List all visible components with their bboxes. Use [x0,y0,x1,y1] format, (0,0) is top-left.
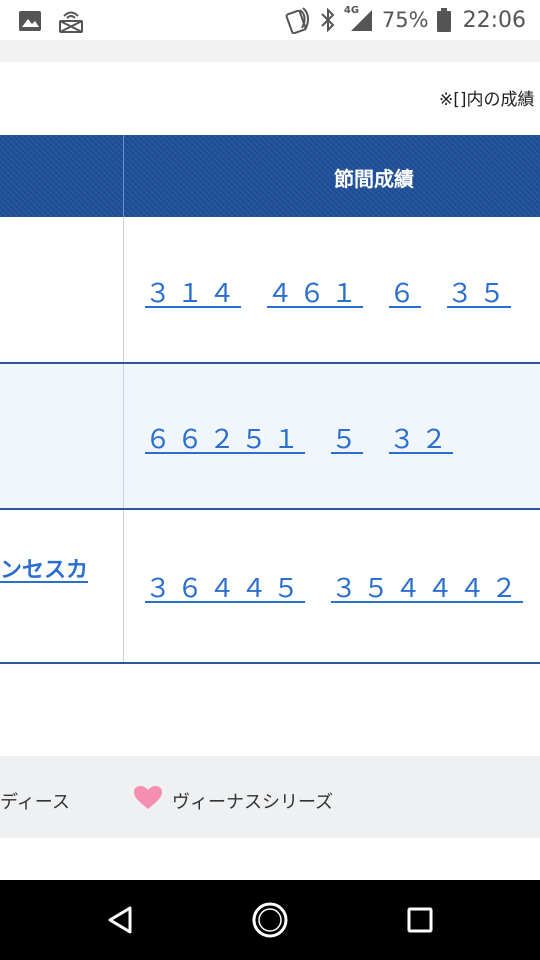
row-column-divider [123,510,124,662]
table-row: ６６２５１ ５ ３２ [0,364,540,510]
page-top-strip [0,40,540,62]
results-table: 節間成績 ３１４ ４６１ ６ ３５ ６６２５１ ５ ３２ ンセスカ ３６４４５ … [0,135,540,664]
row-column-divider [123,217,124,362]
result-note: ※[]内の成績 [439,90,535,110]
score-link[interactable]: ６ [389,273,421,310]
status-left-icons [18,8,84,34]
status-right-icons: 4G 75% 22:06 [284,5,526,34]
bluetooth-icon [321,8,335,32]
score-link[interactable]: ４６１ [267,273,363,310]
venus-series-link[interactable]: ヴィーナスシリーズ [172,788,333,814]
row-column-divider [123,364,124,508]
recent-apps-button[interactable] [400,900,440,940]
heart-icon [134,786,162,809]
navigation-bar [0,880,540,960]
table-row: ３１４ ４６１ ６ ３５ [0,217,540,364]
table-row: ンセスカ ３６４４５ ３５４４４２ [0,510,540,664]
home-circle-icon [252,902,288,938]
image-notification-icon [19,11,41,31]
back-button[interactable] [100,900,140,940]
back-triangle-icon [108,906,132,934]
score-links: ３６４４５ ３５４４４２ [145,568,540,605]
clock: 22:06 [462,7,526,33]
score-link[interactable]: ３１４ [145,273,241,310]
score-link[interactable]: ３２ [389,419,453,456]
score-link[interactable]: ３５ [447,273,511,310]
battery-icon [436,8,451,32]
score-link[interactable]: ３６４４５ [145,568,305,605]
racer-name-link[interactable]: ンセスカ [0,552,88,584]
nfc-icon [285,7,309,34]
signal-icon: 4G [344,5,374,33]
table-header: 節間成績 [0,135,540,217]
router-notification-icon [59,11,83,33]
score-link[interactable]: ６６２５１ [145,419,305,456]
recent-square-icon [407,907,433,933]
home-button[interactable] [250,900,290,940]
score-links: ３１４ ４６１ ６ ３５ [145,273,537,310]
series-category-band: ディース ヴィーナスシリーズ [0,756,540,838]
header-column-divider [123,135,124,217]
score-link[interactable]: ５ [331,419,363,456]
battery-percent: 75% [381,8,429,32]
status-bar: 4G 75% 22:06 [0,0,540,40]
score-link[interactable]: ３５４４４２ [331,568,523,605]
score-links: ６６２５１ ５ ３２ [145,419,479,456]
header-session-results: 節間成績 [334,167,414,191]
ladies-series-link[interactable]: ディース [0,788,70,814]
